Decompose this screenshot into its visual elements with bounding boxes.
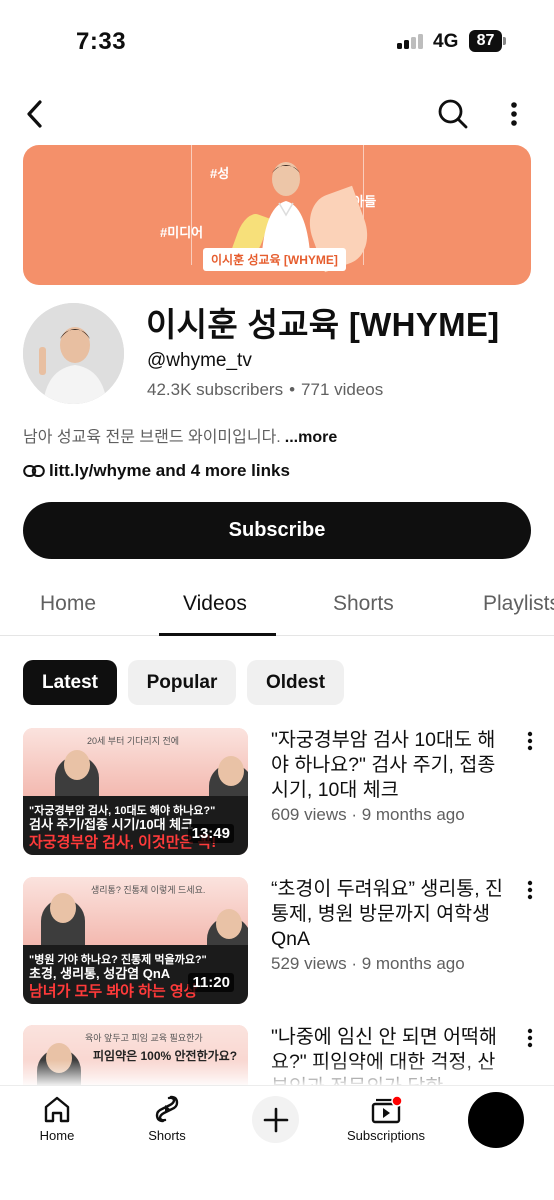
channel-description[interactable]: 남아 성교육 전문 브랜드 와이미입니다. ...more — [23, 423, 337, 447]
description-text: 남아 성교육 전문 브랜드 와이미입니다. — [23, 429, 281, 446]
thumbnail-face — [50, 893, 76, 923]
video-meta: 609 views · 9 months ago — [271, 805, 465, 824]
video-count: 771 videos — [301, 380, 384, 399]
home-icon — [44, 1096, 70, 1123]
battery-icon: 87 — [469, 30, 502, 52]
thumbnail-face — [216, 909, 242, 939]
tab-playlists[interactable]: Playlists — [483, 592, 554, 616]
active-tab-indicator — [159, 633, 276, 636]
search-icon — [438, 99, 468, 129]
nav-profile-avatar[interactable] — [468, 1092, 524, 1148]
video-duration: 11:20 — [188, 973, 234, 992]
thumbnail-face — [64, 750, 90, 780]
links-text: litt.ly/whyme and 4 more links — [49, 461, 290, 480]
video-title[interactable]: “초경이 두려워요” 생리통, 진통제, 병원 방문까지 여학생 QnA — [271, 877, 511, 952]
thumbnail-text: 육아 앞두고 피임 교육 필요한가 — [85, 1033, 203, 1043]
nav-shorts-label: Shorts — [148, 1128, 186, 1143]
banner-line — [191, 145, 192, 265]
filter-oldest[interactable]: Oldest — [247, 660, 344, 705]
channel-stats: 42.3K subscribers • 771 videos — [147, 380, 383, 400]
search-button[interactable] — [434, 94, 472, 134]
chevron-left-icon — [27, 100, 42, 128]
video-item[interactable]: 20세 부터 기다리지 전에 "자궁경부암 검사, 10대도 해야 하나요?" … — [0, 728, 554, 858]
tab-videos[interactable]: Videos — [183, 592, 247, 616]
subscriber-count: 42.3K subscribers — [147, 380, 284, 399]
video-meta: 529 views · 9 months ago — [271, 954, 465, 973]
video-item[interactable]: 생리통? 진통제 이렇게 드세요. "병원 가야 하나요? 진통제 먹을까요?"… — [0, 877, 554, 1007]
subscriptions-icon — [371, 1095, 403, 1124]
nav-subscriptions-label: Subscriptions — [346, 1128, 426, 1143]
create-button[interactable] — [252, 1096, 299, 1143]
thumbnail-text: 20세 부터 기다리지 전에 — [87, 736, 180, 746]
more-options-button[interactable] — [500, 94, 528, 134]
thumbnail-text: 생리통? 진통제 이렇게 드세요. — [91, 885, 206, 895]
link-icon — [23, 465, 45, 477]
channel-avatar[interactable] — [23, 303, 124, 404]
status-time: 7:33 — [76, 28, 127, 55]
more-vertical-icon — [527, 731, 533, 751]
more-vertical-icon — [511, 102, 517, 126]
channel-tabs: Home Videos Shorts Playlists — [0, 580, 554, 636]
tab-shorts[interactable]: Shorts — [333, 592, 394, 616]
nav-subscriptions[interactable]: Subscriptions — [343, 1094, 429, 1143]
avatar-image — [23, 303, 124, 404]
filter-popular[interactable]: Popular — [128, 660, 236, 705]
network-type: 4G — [433, 31, 459, 52]
video-more-button[interactable] — [520, 1027, 540, 1049]
thumbnail-face — [218, 756, 244, 786]
video-thumbnail[interactable]: 생리통? 진통제 이렇게 드세요. "병원 가야 하나요? 진통제 먹을까요?"… — [23, 877, 248, 1004]
bottom-nav: Home Shorts Subscriptions — [0, 1085, 554, 1200]
more-vertical-icon — [527, 1028, 533, 1048]
channel-banner: #성 #아들 #미디어 이시훈 성교육 [WHYME] — [23, 145, 531, 285]
video-thumbnail[interactable]: 20세 부터 기다리지 전에 "자궁경부암 검사, 10대도 해야 하나요?" … — [23, 728, 248, 855]
filter-latest[interactable]: Latest — [23, 660, 117, 705]
battery-nub — [503, 37, 506, 45]
video-duration: 13:49 — [187, 824, 234, 843]
channel-handle: @whyme_tv — [147, 350, 252, 371]
top-nav — [0, 92, 554, 136]
plus-icon — [263, 1107, 288, 1132]
back-button[interactable] — [20, 94, 50, 134]
video-title[interactable]: "자궁경부암 검사 10대도 해야 하나요?" 검사 주기, 접종 시기, 10… — [271, 728, 511, 803]
thumbnail-text: 남녀가 모두 봐야 하는 영상 — [29, 983, 198, 1000]
nav-home-label: Home — [39, 1128, 75, 1143]
subscribe-button[interactable]: Subscribe — [23, 502, 531, 559]
video-more-button[interactable] — [520, 879, 540, 901]
banner-tag: #성 — [210, 166, 230, 181]
description-more-link[interactable]: ...more — [285, 429, 337, 446]
status-bar: 7:33 4G 87 — [0, 0, 554, 80]
shorts-icon — [155, 1095, 179, 1123]
more-vertical-icon — [527, 880, 533, 900]
stats-separator: • — [289, 380, 296, 399]
video-more-button[interactable] — [520, 730, 540, 752]
nav-shorts[interactable]: Shorts — [140, 1094, 194, 1143]
channel-name: 이시훈 성교육 [WHYME] — [146, 306, 500, 343]
banner-caption: 이시훈 성교육 [WHYME] — [203, 248, 346, 271]
nav-home[interactable]: Home — [30, 1094, 84, 1143]
scroll-fade — [0, 1060, 554, 1086]
signal-icon — [397, 33, 425, 49]
channel-links[interactable]: litt.ly/whyme and 4 more links — [23, 461, 290, 481]
tab-home[interactable]: Home — [40, 592, 96, 616]
banner-tag: #미디어 — [160, 225, 204, 240]
